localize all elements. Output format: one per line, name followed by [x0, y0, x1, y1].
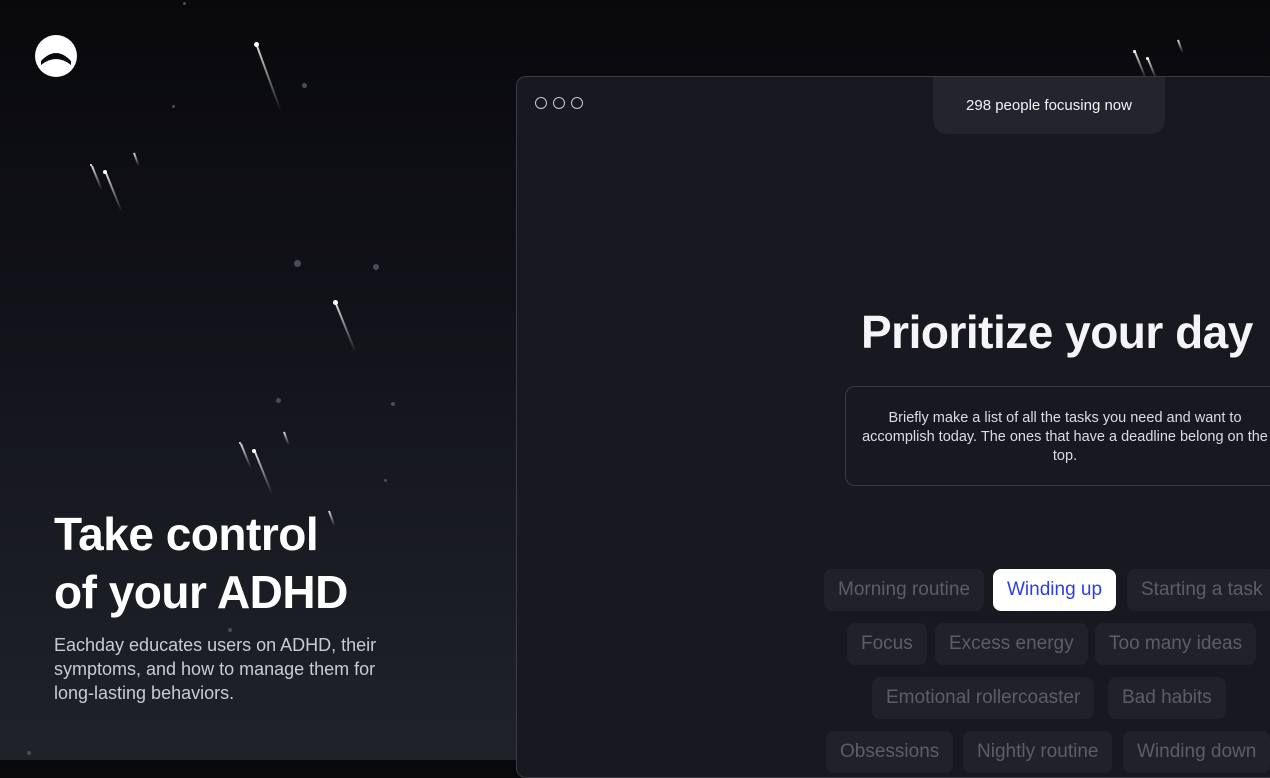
- app-window: 298 people focusing now Prioritize your …: [516, 76, 1270, 778]
- hero-title: Take control of your ADHD: [54, 505, 348, 621]
- hero-subtitle: Eachday educates users on ADHD, their sy…: [54, 635, 377, 703]
- chip-bad-habits[interactable]: Bad habits: [1108, 677, 1226, 719]
- eachday-logo-icon: [35, 35, 77, 77]
- chip-nightly-routine[interactable]: Nightly routine: [963, 731, 1113, 773]
- focus-status-badge: 298 people focusing now: [933, 77, 1165, 134]
- chip-emotional-rollercoaster[interactable]: Emotional rollercoaster: [872, 677, 1095, 719]
- chip-too-many-ideas[interactable]: Too many ideas: [1095, 623, 1257, 665]
- hero-title-line-1: Take control: [54, 508, 319, 560]
- description-text: Briefly make a list of all the tasks you…: [862, 410, 1268, 464]
- description-card: Briefly make a list of all the tasks you…: [845, 386, 1270, 486]
- window-minimize-button[interactable]: [553, 97, 565, 109]
- chip-excess-energy[interactable]: Excess energy: [935, 623, 1088, 665]
- focus-status-text: 298 people focusing now: [966, 97, 1132, 114]
- chip-focus[interactable]: Focus: [847, 623, 927, 665]
- chip-starting-a-task[interactable]: Starting a task: [1127, 569, 1270, 611]
- section-title: Prioritize your day: [861, 306, 1253, 358]
- chip-morning-routine[interactable]: Morning routine: [824, 569, 985, 611]
- chip-winding-down[interactable]: Winding down: [1123, 731, 1270, 773]
- chip-obsessions[interactable]: Obsessions: [826, 731, 954, 773]
- window-maximize-button[interactable]: [571, 97, 583, 109]
- chip-winding-up[interactable]: Winding up: [993, 569, 1117, 611]
- window-controls: [535, 97, 583, 109]
- hero-title-line-2: of your ADHD: [54, 566, 348, 618]
- window-close-button[interactable]: [535, 97, 547, 109]
